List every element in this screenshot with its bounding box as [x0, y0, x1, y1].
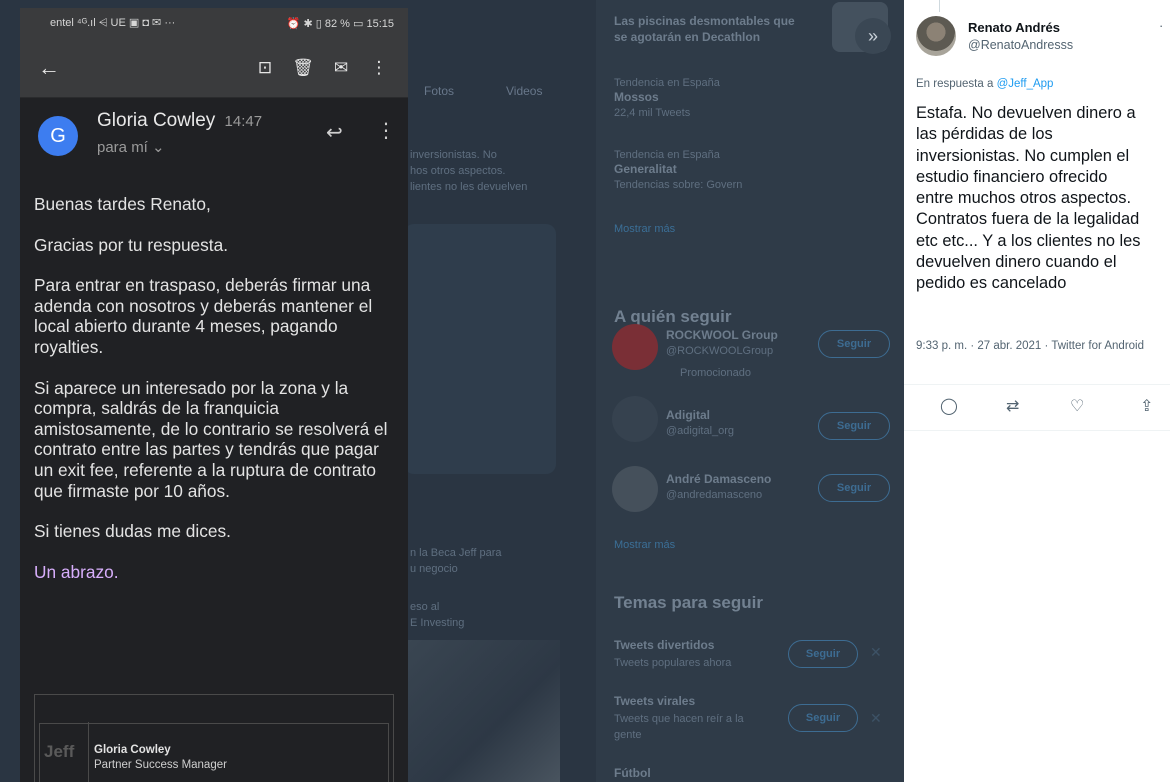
email-paragraph: Para entrar en traspaso, deberás firmar …	[34, 275, 373, 357]
more-horiz-icon[interactable]: ·	[1159, 18, 1163, 33]
divider	[904, 384, 1170, 385]
bg-show-more[interactable]: Mostrar más	[614, 538, 675, 552]
email-closing: Un abrazo.	[34, 561, 119, 582]
bg-snippet: eso al	[410, 601, 440, 613]
divider	[904, 430, 1170, 431]
more-vert-icon[interactable]: ⋮	[360, 58, 398, 78]
avatar[interactable]	[916, 16, 956, 56]
tweet-author-handle[interactable]: @RenatoAndresss	[968, 38, 1073, 52]
email-toolbar: ← ⊡ 🗑︎ ✉︎ ⋮	[20, 38, 408, 98]
signature-logo: Jeff	[44, 742, 75, 761]
mail-icon[interactable]: ✉︎	[322, 58, 360, 78]
bg-follow-name[interactable]: Adigital	[666, 408, 710, 422]
avatar: G	[38, 116, 78, 156]
bg-topic-desc: gente	[614, 729, 642, 741]
bg-avatar	[612, 396, 658, 442]
bg-follow-handle: @andredamasceno	[666, 489, 763, 501]
bg-trend-count: Tendencias sobre: Govern	[614, 179, 743, 191]
trash-icon[interactable]: 🗑︎	[284, 58, 322, 78]
signature-role: Partner Success Manager	[94, 759, 227, 771]
status-left: entel ⁴ᴳ.ıl ⩤ UE ▣ ◘ ✉ ···	[50, 17, 176, 29]
bg-snippet: n la Beca Jeff para	[410, 547, 502, 559]
reply-icon[interactable]: ◯	[940, 396, 958, 416]
bg-follow-button[interactable]: Seguir	[788, 704, 858, 732]
bg-follow-button[interactable]: Seguir	[818, 330, 890, 358]
email-paragraph: Gracias por tu respuesta.	[34, 234, 229, 255]
reply-context: En respuesta a @Jeff_App	[916, 78, 1053, 90]
email-paragraph: Si aparece un interesado por la zona y l…	[34, 377, 388, 501]
bg-photo	[404, 640, 560, 782]
email-greeting: Buenas tardes Renato,	[34, 194, 211, 214]
share-icon[interactable]: ⇪	[1140, 396, 1153, 416]
bg-follow-button[interactable]: Seguir	[818, 412, 890, 440]
bg-promoted: Promocionado	[680, 367, 751, 379]
bg-snippet: u negocio	[410, 563, 458, 575]
close-icon[interactable]: ✕	[870, 710, 882, 727]
bg-topic-desc: Tweets que hacen reír a la	[614, 713, 744, 725]
bg-avatar	[612, 466, 658, 512]
bg-topic-name[interactable]: Tweets virales	[614, 694, 695, 708]
reply-icon[interactable]: ↩	[326, 120, 343, 145]
chevron-double-right-icon: »	[867, 25, 878, 46]
bg-trend-count: 22,4 mil Tweets	[614, 107, 691, 119]
status-bar: entel ⁴ᴳ.ıl ⩤ UE ▣ ◘ ✉ ··· ⏰ ✱ ▯ 82 % ▭ …	[20, 8, 408, 38]
sender-name: Gloria Cowley 14:47	[97, 110, 262, 132]
bg-who-to-follow: A quién seguir	[614, 307, 732, 326]
more-vert-icon[interactable]: ⋮	[376, 118, 396, 143]
recipient-toggle[interactable]: para mí ⌄	[97, 138, 165, 156]
bg-trend-name[interactable]: Generalitat	[614, 162, 677, 176]
bg-topic-name[interactable]: Tweets divertidos	[614, 638, 714, 652]
bg-tab-photos[interactable]: Fotos	[424, 84, 454, 98]
bg-trend-name[interactable]: Mossos	[614, 90, 659, 104]
back-arrow-icon[interactable]: ←	[38, 55, 246, 81]
signature-box	[39, 723, 389, 782]
bg-card-title-1: Las piscinas desmontables que	[614, 14, 795, 28]
sender-name-text: Gloria Cowley	[97, 110, 216, 131]
bg-topic-name[interactable]: Fútbol	[614, 766, 651, 780]
bg-snippet: E Investing	[410, 617, 465, 629]
bg-tab-videos[interactable]: Videos	[506, 84, 542, 98]
reply-prefix: En respuesta a	[916, 78, 997, 90]
phone-email-screenshot: entel ⁴ᴳ.ıl ⩤ UE ▣ ◘ ✉ ··· ⏰ ✱ ▯ 82 % ▭ …	[20, 8, 408, 782]
status-right: ⏰ ✱ ▯ 82 % ▭ 15:15	[286, 17, 394, 30]
bg-show-more[interactable]: Mostrar más	[614, 222, 675, 236]
bg-follow-handle: @adigital_org	[666, 425, 735, 437]
bg-follow-name[interactable]: André Damasceno	[666, 472, 771, 486]
bg-trend-context: Tendencia en España	[614, 149, 720, 161]
bg-topic-desc: Tweets populares ahora	[614, 657, 732, 669]
sender-time: 14:47	[224, 113, 263, 130]
tweet-actions: ◯ ⇄ ♡ ⇪	[904, 396, 1170, 420]
bg-topics-header: Temas para seguir	[614, 593, 763, 612]
bg-embedded-card	[404, 224, 556, 474]
expand-button[interactable]: »	[855, 18, 891, 54]
bg-follow-button[interactable]: Seguir	[818, 474, 890, 502]
retweet-icon[interactable]: ⇄	[1006, 396, 1019, 416]
bg-follow-handle: @ROCKWOOLGroup	[666, 345, 774, 357]
archive-icon[interactable]: ⊡	[246, 58, 284, 78]
tweet-meta: 9:33 p. m. · 27 abr. 2021 · Twitter for …	[916, 340, 1144, 352]
bg-snippet: lientes no les devuelven	[410, 181, 528, 193]
reply-mention-link[interactable]: @Jeff_App	[997, 78, 1054, 90]
thread-line	[939, 0, 940, 12]
bg-follow-button[interactable]: Seguir	[788, 640, 858, 668]
like-icon[interactable]: ♡	[1070, 396, 1084, 416]
tweet-text: Estafa. No devuelven dinero a las pérdid…	[916, 104, 1141, 293]
email-body: Buenas tardes Renato, Gracias por tu res…	[20, 176, 408, 582]
bg-avatar	[612, 324, 658, 370]
bg-snippet: hos otros aspectos.	[410, 165, 506, 177]
email-paragraph: Si tienes dudas me dices.	[34, 521, 231, 542]
bg-snippet: inversionistas. No	[410, 149, 497, 161]
sender-row: G Gloria Cowley 14:47 para mí ⌄ ↩ ⋮	[20, 98, 408, 176]
bg-follow-name[interactable]: ROCKWOOL Group	[666, 328, 778, 342]
bg-card-title-2: se agotarán en Decathlon	[614, 30, 761, 44]
tweet-author-name[interactable]: Renato Andrés	[968, 20, 1060, 35]
signature-name: Gloria Cowley	[94, 744, 171, 756]
signature-divider	[88, 722, 89, 782]
bg-trend-context: Tendencia en España	[614, 77, 720, 89]
tweet-panel: Renato Andrés @RenatoAndresss · En respu…	[904, 0, 1170, 782]
close-icon[interactable]: ✕	[870, 644, 882, 661]
